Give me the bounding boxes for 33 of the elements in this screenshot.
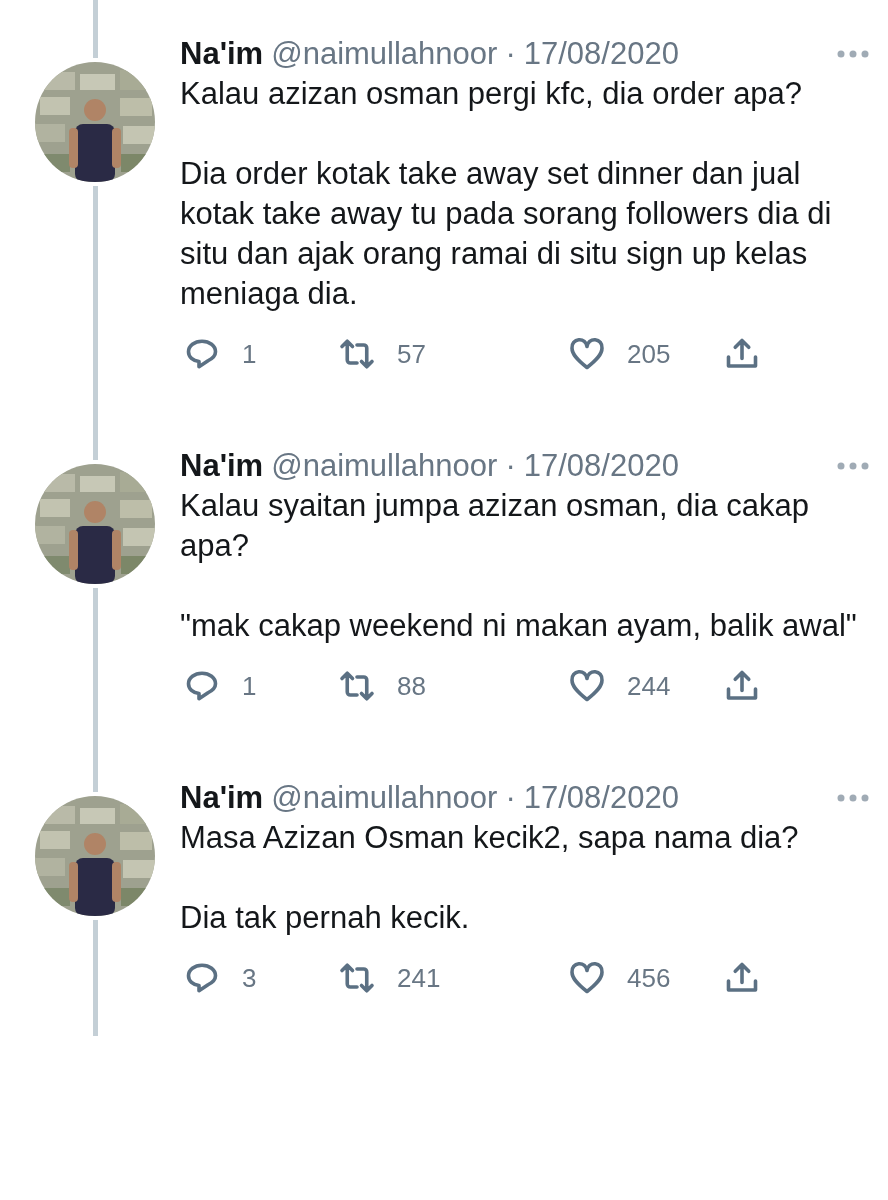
tweet-date[interactable]: 17/08/2020 xyxy=(523,778,679,818)
heart-icon[interactable] xyxy=(569,336,605,372)
separator: · xyxy=(505,447,516,485)
tweet-text: Masa Azizan Osman kecik2, sapa nama dia? xyxy=(180,819,800,857)
retweet-icon[interactable] xyxy=(339,668,375,704)
author-handle[interactable]: @naimullahnoor xyxy=(271,778,498,818)
separator: · xyxy=(505,779,516,817)
separator: · xyxy=(505,35,516,73)
tweet-text: Dia tak pernah kecik. xyxy=(180,899,471,937)
reply-count: 1 xyxy=(242,670,257,702)
tweet-text: Dia order kotak take away set dinner dan jual kotak take away tu pada sorang followers dia di situ dan ajak orang ramai di situ sign up kelas meniaga dia. xyxy=(180,155,833,313)
reply-count: 1 xyxy=(242,338,257,370)
tweet-date[interactable]: 17/08/2020 xyxy=(523,34,679,74)
author-name[interactable]: Na'im xyxy=(180,34,264,74)
heart-icon[interactable] xyxy=(569,960,605,996)
reply-count: 3 xyxy=(242,962,257,994)
like-count: 205 xyxy=(627,338,671,370)
tweet-text: Kalau syaitan jumpa azizan osman, dia cakap apa? xyxy=(180,487,810,565)
tweet-text: "mak cakap weekend ni makan ayam, balik awal" xyxy=(180,607,858,645)
retweet-icon[interactable] xyxy=(339,336,375,372)
like-count: 456 xyxy=(627,962,671,994)
author-name[interactable]: Na'im xyxy=(180,778,264,818)
like-count: 244 xyxy=(627,670,671,702)
retweet-icon[interactable] xyxy=(339,960,375,996)
author-name[interactable]: Na'im xyxy=(180,446,264,486)
retweet-count: 241 xyxy=(397,962,441,994)
retweet-count: 57 xyxy=(397,338,426,370)
retweet-count: 88 xyxy=(397,670,426,702)
author-handle[interactable]: @naimullahnoor xyxy=(271,446,498,486)
author-handle[interactable]: @naimullahnoor xyxy=(271,34,498,74)
tweet-text: Kalau azizan osman pergi kfc, dia order apa? xyxy=(180,75,804,113)
tweet-date[interactable]: 17/08/2020 xyxy=(523,446,679,486)
heart-icon[interactable] xyxy=(569,668,605,704)
